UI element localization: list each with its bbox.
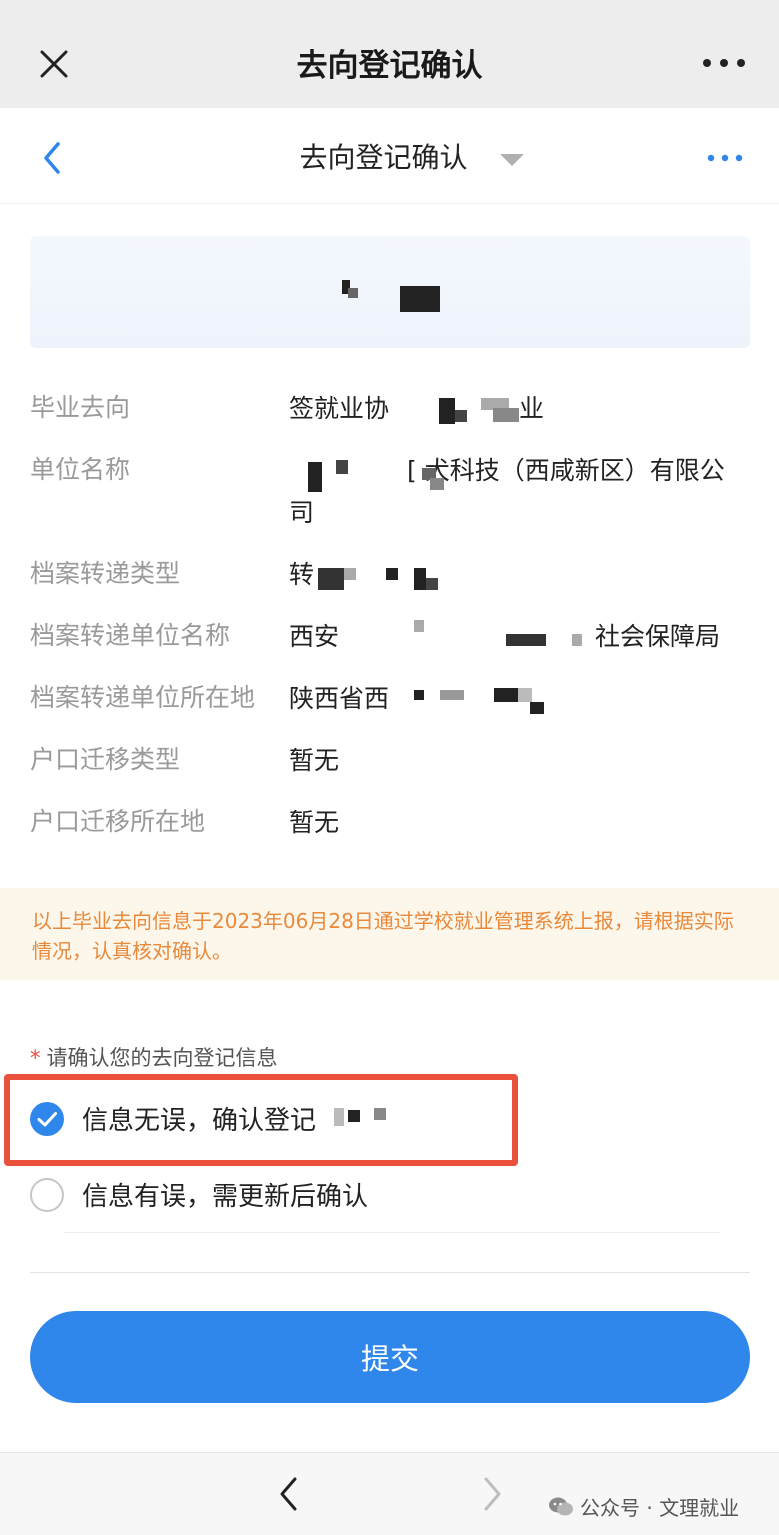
watermark-text: 公众号 · 文理就业 (580, 1496, 740, 1520)
option-info-incorrect[interactable]: 信息有误，需更新后确认 (30, 1176, 490, 1216)
watermark: 公众号 · 文理就业 (548, 1492, 739, 1521)
confirm-question: * 请确认您的去向登记信息 (30, 1042, 278, 1072)
info-value: 签就业协 业 (289, 388, 745, 430)
redacted-mosaic (414, 568, 426, 590)
redacted-mosaic (318, 568, 344, 590)
radio-unchecked-icon[interactable] (30, 1178, 64, 1212)
divider (30, 1272, 750, 1273)
notice-text: 以上毕业去向信息于2023年06月28日通过学校就业管理系统上报，请根据实际情况… (32, 909, 734, 963)
info-value-suffix: 社会保障局 (595, 622, 721, 651)
required-mark: * (30, 1046, 41, 1070)
info-label: 档案转递单位所在地 (30, 683, 256, 712)
redacted-mosaic (455, 410, 467, 422)
info-label: 档案转递类型 (30, 559, 181, 588)
info-value: [ 犬科技（西咸新区）有限公司 (289, 456, 725, 527)
redacted-mosaic (506, 634, 546, 646)
info-value: 暂无 (289, 808, 340, 837)
redacted-mosaic (439, 398, 455, 424)
redacted-mosaic (518, 688, 532, 702)
redacted-mosaic (414, 690, 424, 700)
info-label: 毕业去向 (30, 393, 131, 422)
redacted-mosaic (494, 688, 518, 702)
info-label: 单位名称 (30, 455, 131, 484)
info-value-text: 西安 (289, 622, 340, 651)
info-label: 户口迁移所在地 (30, 807, 206, 836)
redacted-mosaic (530, 702, 544, 714)
page-header: 去向登记确认 (0, 108, 779, 204)
window-title: 去向登记确认 (296, 48, 483, 84)
window-header: 去向登记确认 (0, 0, 779, 108)
redacted-mosaic (440, 690, 464, 700)
radio-checked-icon[interactable] (30, 1102, 64, 1136)
info-label: 户口迁移类型 (30, 745, 181, 774)
redacted-mosaic (336, 460, 348, 474)
page-title[interactable]: 去向登记确认 (0, 136, 779, 176)
info-value: 转 (289, 560, 315, 589)
forward-arrow-icon[interactable] (482, 1475, 504, 1513)
info-value-suffix: 业 (519, 394, 545, 423)
redacted-mosaic (426, 578, 438, 590)
student-name-banner (30, 236, 750, 348)
redacted-mosaic (572, 634, 582, 646)
redacted-mosaic (334, 1108, 344, 1126)
redacted-mosaic (430, 478, 444, 490)
redacted-mosaic (386, 568, 398, 580)
info-value-text: 签就业协 (289, 394, 390, 423)
redacted-mosaic (348, 288, 358, 298)
option-info-correct[interactable]: 信息无误，确认登记 (30, 1100, 490, 1140)
submit-button[interactable]: 提交 (30, 1311, 750, 1403)
redacted-mosaic (414, 620, 424, 632)
info-label: 档案转递单位名称 (30, 621, 231, 650)
redacted-mosaic (308, 462, 322, 492)
redacted-mosaic (493, 408, 519, 422)
option-label[interactable]: 信息有误，需更新后确认 (82, 1176, 368, 1213)
redacted-mosaic (344, 568, 356, 580)
redacted-mosaic (374, 1108, 386, 1120)
redacted-mosaic (400, 286, 440, 312)
info-value: 暂无 (289, 746, 340, 775)
option-label[interactable]: 信息无误，确认登记 (82, 1100, 316, 1137)
caret-down-icon[interactable] (498, 150, 526, 170)
divider (64, 1232, 720, 1233)
more-options-icon[interactable] (705, 148, 745, 168)
more-options-icon[interactable] (699, 50, 749, 76)
back-arrow-icon[interactable] (277, 1475, 299, 1513)
wechat-icon (549, 1497, 573, 1515)
confirm-question-text: 请确认您的去向登记信息 (46, 1046, 278, 1070)
notice-banner: 以上毕业去向信息于2023年06月28日通过学校就业管理系统上报，请根据实际情况… (0, 888, 779, 980)
redacted-mosaic (348, 1110, 360, 1122)
